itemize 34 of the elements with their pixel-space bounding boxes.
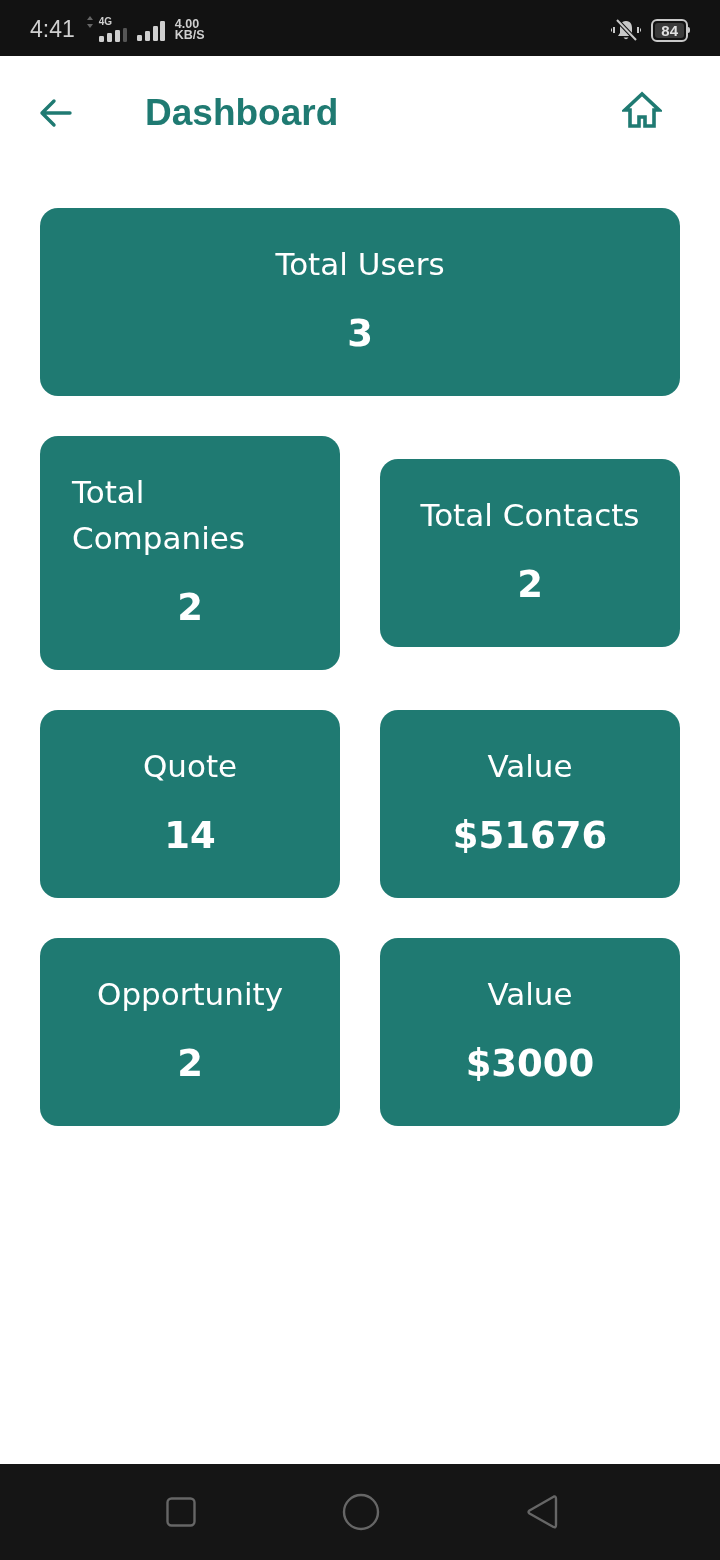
- battery-percent: 84: [655, 22, 684, 38]
- triangle-icon: [526, 1494, 558, 1530]
- speed-unit: KB/S: [174, 30, 205, 41]
- stat-label: Opportunity: [97, 975, 283, 1014]
- stat-label: Value: [487, 975, 573, 1014]
- square-icon: [166, 1497, 196, 1527]
- stat-value: 2: [517, 562, 543, 608]
- nav-home-button[interactable]: [342, 1493, 380, 1531]
- stat-label: Total Contacts: [420, 496, 640, 535]
- home-button[interactable]: [622, 91, 662, 129]
- nav-back-button[interactable]: [526, 1494, 558, 1530]
- signal-icon: [136, 21, 165, 41]
- network-type: 4G: [98, 16, 113, 27]
- stat-label: Value: [487, 747, 573, 786]
- network-speed: 4.00: [174, 19, 200, 30]
- data-arrows-icon: [86, 16, 93, 28]
- back-button[interactable]: [38, 98, 72, 128]
- stat-value: 2: [177, 585, 203, 631]
- stat-label: Total Users: [275, 245, 445, 284]
- circle-icon: [342, 1493, 380, 1531]
- back-arrow-icon: [38, 98, 72, 128]
- stat-label: Quote: [142, 747, 238, 786]
- stat-value: 3: [347, 311, 373, 357]
- vibrate-muted-bell-icon: [611, 18, 642, 42]
- recent-apps-button[interactable]: [166, 1497, 196, 1527]
- stat-value: $51676: [452, 813, 608, 859]
- home-icon: [622, 91, 662, 129]
- status-time: 4:41: [30, 16, 75, 43]
- signal-icon: [98, 28, 127, 42]
- stat-value: 2: [177, 1041, 203, 1087]
- stat-label: Total Companies: [72, 473, 246, 558]
- stat-value: 14: [164, 813, 216, 859]
- stat-value: $3000: [465, 1041, 595, 1087]
- page-title: Dashboard: [145, 92, 340, 134]
